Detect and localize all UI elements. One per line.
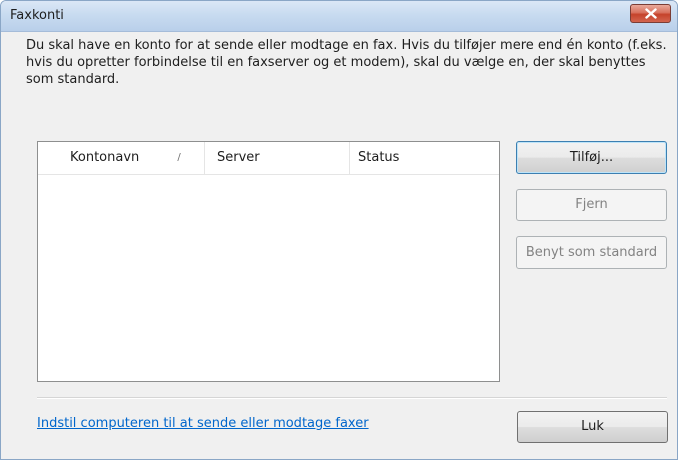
column-header-server[interactable]: Server — [205, 142, 350, 174]
column-header-label: Kontonavn — [70, 150, 140, 165]
add-account-label: Tilføj... — [569, 150, 614, 165]
remove-account-label: Fjern — [575, 197, 608, 212]
column-header-account-name[interactable]: Kontonavn / — [38, 142, 205, 174]
close-x-icon — [644, 8, 657, 19]
configure-fax-link[interactable]: Indstil computeren til at sende eller mo… — [37, 416, 369, 431]
set-default-label: Benyt som standard — [525, 245, 658, 260]
add-account-button[interactable]: Tilføj... — [516, 141, 667, 174]
set-default-button[interactable]: Benyt som standard — [516, 236, 667, 269]
fax-accounts-dialog: Faxkonti Du skal have en konto for at se… — [0, 0, 678, 460]
list-header: Kontonavn / Server Status — [38, 142, 499, 175]
close-button[interactable]: Luk — [517, 411, 668, 443]
close-button-label: Luk — [581, 419, 604, 434]
window-title: Faxkonti — [10, 8, 64, 23]
description-text: Du skal have en konto for at sende eller… — [26, 38, 667, 87]
divider — [37, 397, 667, 399]
window-close-button[interactable] — [630, 4, 671, 23]
column-header-status[interactable]: Status — [350, 142, 500, 174]
column-header-label: Status — [358, 150, 400, 165]
sort-ascending-icon: / — [171, 151, 187, 165]
remove-account-button[interactable]: Fjern — [516, 189, 667, 221]
accounts-list[interactable]: Kontonavn / Server Status — [37, 141, 500, 382]
title-bar[interactable]: Faxkonti — [1, 1, 677, 32]
column-header-label: Server — [217, 150, 260, 165]
